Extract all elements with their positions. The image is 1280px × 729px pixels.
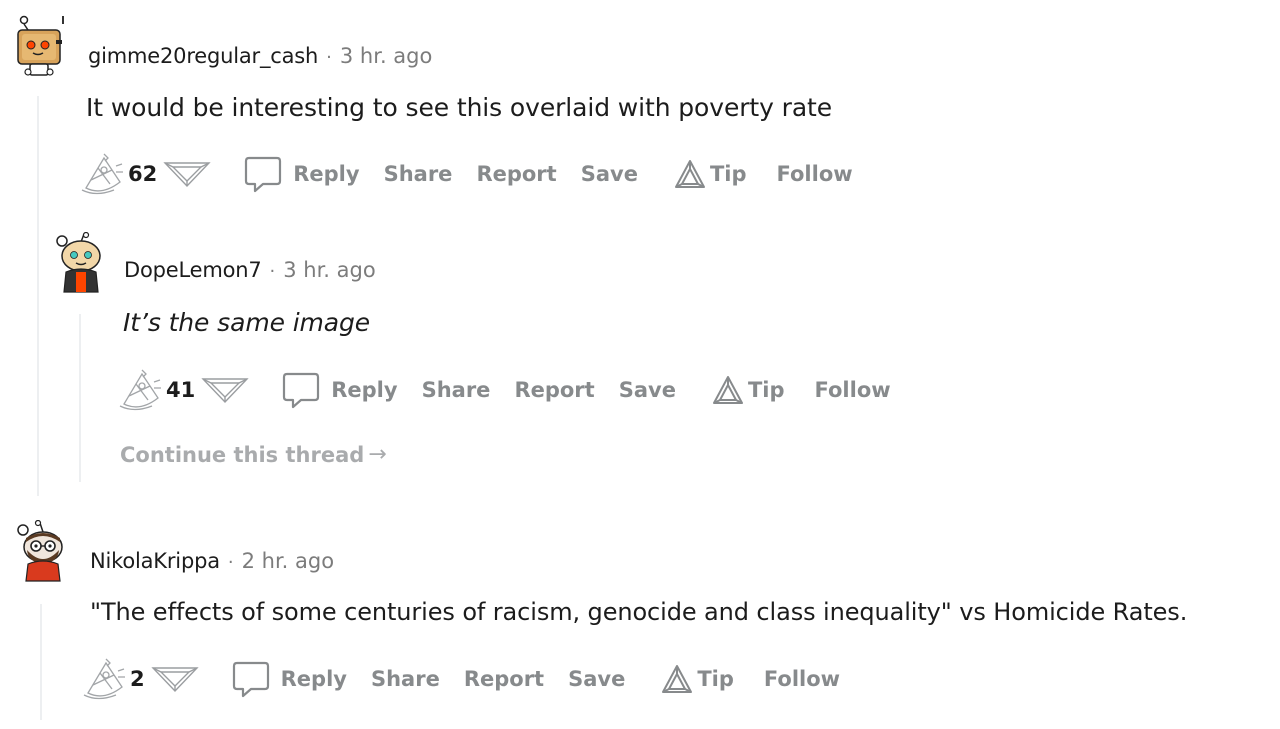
timestamp[interactable]: 3 hr. ago (340, 44, 432, 68)
continue-thread-label: Continue this thread (120, 442, 365, 467)
save-button[interactable]: Save (568, 667, 625, 691)
reply-button[interactable]: Reply (281, 667, 347, 691)
username[interactable]: gimme20regular_cash (88, 44, 318, 68)
report-button[interactable]: Report (514, 378, 594, 402)
share-button[interactable]: Share (371, 667, 440, 691)
tip-button[interactable]: Tip (712, 375, 785, 405)
follow-button[interactable]: Follow (764, 667, 840, 691)
timestamp[interactable]: 3 hr. ago (283, 258, 375, 282)
arrow-right-icon: → (368, 442, 387, 467)
report-button[interactable]: Report (476, 162, 556, 186)
reply-icon[interactable] (281, 370, 321, 410)
tip-icon (662, 665, 693, 693)
reply-icon[interactable] (243, 154, 283, 194)
tip-label: Tip (697, 667, 734, 691)
vote-score: 2 (130, 667, 145, 691)
comment-meta: NikolaKrippa · 2 hr. ago (90, 549, 334, 573)
upvote-sextant-icon[interactable] (78, 150, 126, 198)
vote-score: 41 (166, 378, 196, 402)
comment-body: "The effects of some centuries of racism… (90, 598, 1188, 626)
tip-label: Tip (709, 162, 747, 186)
share-button[interactable]: Share (384, 162, 453, 186)
comment-body: It would be interesting to see this over… (86, 93, 833, 122)
comment-meta: gimme20regular_cash · 3 hr. ago (88, 44, 432, 68)
avatar[interactable] (52, 232, 110, 294)
save-button[interactable]: Save (581, 162, 638, 186)
comment-actions: 62 Reply Share Report Save Tip Follow (78, 152, 877, 196)
tip-button[interactable]: Tip (674, 159, 747, 189)
downvote-icon[interactable] (150, 664, 199, 694)
tip-button[interactable]: Tip (661, 664, 734, 694)
separator-dot: · (227, 552, 234, 573)
tip-icon (712, 376, 743, 404)
separator-dot: · (269, 261, 276, 282)
save-button[interactable]: Save (619, 378, 676, 402)
follow-button[interactable]: Follow (815, 378, 891, 402)
thread-line-1[interactable] (37, 96, 39, 496)
thread-line-2[interactable] (79, 314, 81, 482)
comment-body: It’s the same image (123, 308, 371, 337)
thread-line-3[interactable] (40, 604, 42, 720)
tip-label: Tip (747, 378, 785, 402)
downvote-icon[interactable] (201, 375, 249, 405)
username[interactable]: DopeLemon7 (124, 258, 262, 282)
upvote-sextant-icon[interactable] (80, 655, 128, 703)
reply-button[interactable]: Reply (293, 162, 359, 186)
report-button[interactable]: Report (464, 667, 544, 691)
tip-icon (674, 160, 705, 188)
avatar[interactable] (10, 14, 68, 76)
reply-icon[interactable] (231, 659, 271, 699)
comment-actions: 2 Reply Share Report Save Tip Follow (80, 657, 864, 701)
follow-button[interactable]: Follow (777, 162, 853, 186)
vote-score: 62 (128, 162, 158, 186)
reply-button[interactable]: Reply (331, 378, 397, 402)
downvote-icon[interactable] (163, 159, 211, 189)
comment-meta: DopeLemon7 · 3 hr. ago (124, 258, 376, 282)
avatar[interactable] (14, 520, 72, 582)
timestamp[interactable]: 2 hr. ago (242, 549, 334, 573)
comment-actions: 41 Reply Share Report Save Tip Follow (116, 368, 915, 412)
share-button[interactable]: Share (422, 378, 491, 402)
continue-thread-link[interactable]: Continue this thread → (120, 442, 387, 467)
separator-dot: · (326, 47, 332, 68)
username[interactable]: NikolaKrippa (90, 549, 220, 573)
upvote-sextant-icon[interactable] (116, 366, 164, 414)
